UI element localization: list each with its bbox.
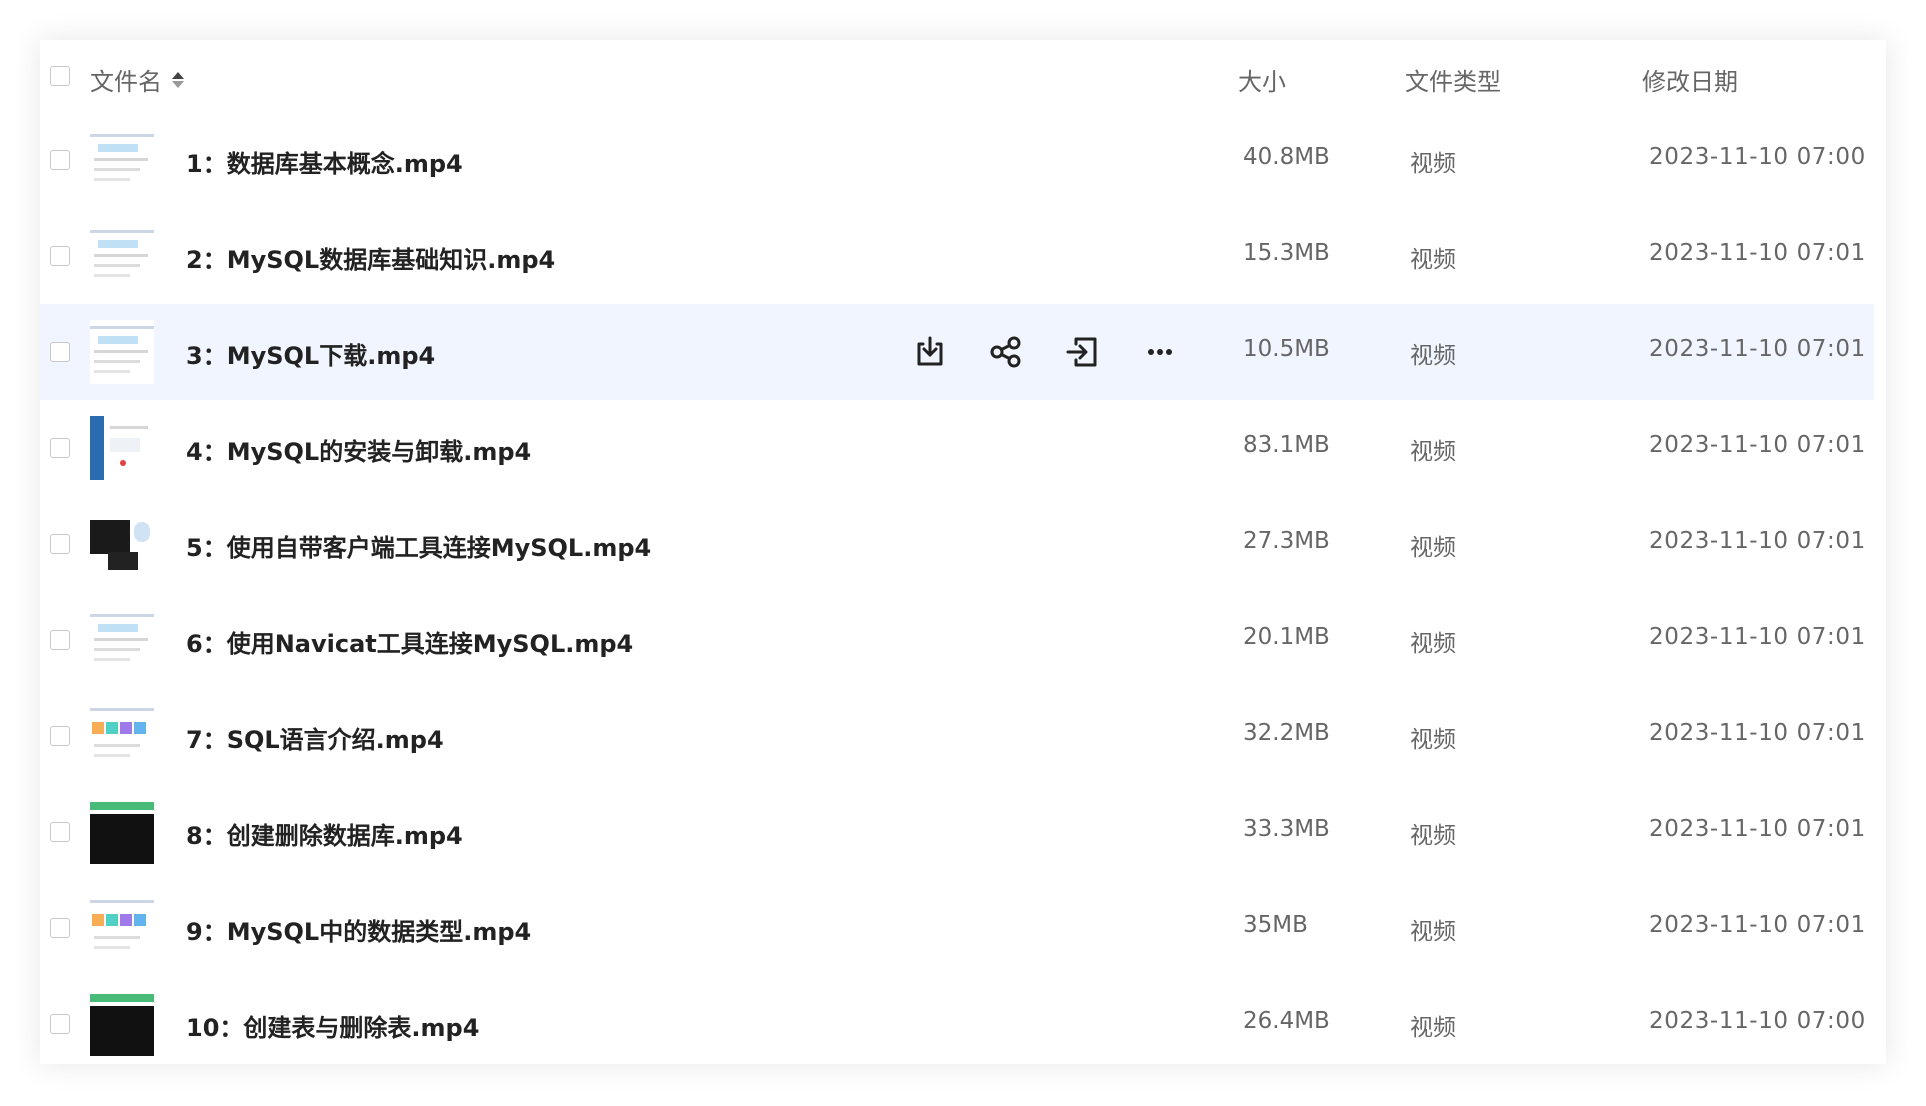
row-checkbox[interactable]	[50, 918, 70, 938]
column-header-name-label: 文件名	[90, 68, 162, 96]
file-size: 10.5MB	[1243, 336, 1330, 362]
file-row[interactable]: 2：MySQL数据库基础知识.mp4 15.3MB 视频 2023-11-10 07:…	[40, 208, 1886, 304]
video-thumbnail[interactable]	[90, 128, 154, 192]
file-size: 83.1MB	[1243, 432, 1330, 458]
row-checkbox[interactable]	[50, 246, 70, 266]
file-row[interactable]: 9：MySQL中的数据类型.mp4 35MB 视频 2023-11-10 07:01	[40, 880, 1886, 976]
row-checkbox[interactable]	[50, 534, 70, 554]
video-thumbnail[interactable]	[90, 704, 154, 768]
video-thumbnail[interactable]	[90, 416, 154, 480]
file-date: 2023-11-10 07:00	[1649, 1008, 1866, 1034]
file-date: 2023-11-10 07:01	[1649, 528, 1866, 554]
file-type: 视频	[1410, 919, 1456, 945]
row-checkbox[interactable]	[50, 1014, 70, 1034]
file-name[interactable]: 5：使用自带客户端工具连接MySQL.mp4	[186, 528, 651, 563]
file-size: 35MB	[1243, 912, 1308, 938]
row-checkbox[interactable]	[50, 822, 70, 842]
sort-icon[interactable]	[172, 71, 184, 88]
column-header-name[interactable]: 文件名	[90, 62, 184, 97]
file-name[interactable]: 7：SQL语言介绍.mp4	[186, 720, 444, 755]
file-size: 20.1MB	[1243, 624, 1330, 650]
file-type: 视频	[1410, 151, 1456, 177]
file-row[interactable]: 1：数据库基本概念.mp4 40.8MB 视频 2023-11-10 07:00	[40, 112, 1886, 208]
video-thumbnail[interactable]	[90, 608, 154, 672]
column-header-type[interactable]: 文件类型	[1405, 62, 1501, 97]
file-size: 32.2MB	[1243, 720, 1330, 746]
select-all-checkbox[interactable]	[50, 66, 70, 86]
file-rows: 1：数据库基本概念.mp4 40.8MB 视频 2023-11-10 07:00 2：M…	[40, 112, 1886, 1072]
row-checkbox[interactable]	[50, 150, 70, 170]
file-type: 视频	[1410, 439, 1456, 465]
file-name[interactable]: 4：MySQL的安装与卸载.mp4	[186, 432, 531, 467]
video-thumbnail[interactable]	[90, 992, 154, 1056]
file-type: 视频	[1410, 823, 1456, 849]
file-date: 2023-11-10 07:01	[1649, 240, 1866, 266]
file-size: 33.3MB	[1243, 816, 1330, 842]
file-list-panel: 文件名 大小 文件类型 修改日期 1：数据库基本概念.mp4 40.8MB 视频 20…	[40, 40, 1886, 1064]
share-icon[interactable]	[986, 332, 1026, 372]
more-icon[interactable]	[1140, 332, 1180, 372]
file-date: 2023-11-10 07:01	[1649, 624, 1866, 650]
file-date: 2023-11-10 07:01	[1649, 816, 1866, 842]
file-name[interactable]: 10：创建表与删除表.mp4	[186, 1008, 479, 1043]
file-size: 27.3MB	[1243, 528, 1330, 554]
file-name[interactable]: 2：MySQL数据库基础知识.mp4	[186, 240, 555, 275]
move-icon[interactable]	[1062, 332, 1102, 372]
file-date: 2023-11-10 07:00	[1649, 144, 1866, 170]
file-type: 视频	[1410, 727, 1456, 753]
row-checkbox[interactable]	[50, 438, 70, 458]
file-type: 视频	[1410, 247, 1456, 273]
file-name[interactable]: 3：MySQL下载.mp4	[186, 336, 435, 371]
file-size: 15.3MB	[1243, 240, 1330, 266]
row-checkbox[interactable]	[50, 726, 70, 746]
file-date: 2023-11-10 07:01	[1649, 336, 1866, 362]
file-date: 2023-11-10 07:01	[1649, 720, 1866, 746]
video-thumbnail[interactable]	[90, 224, 154, 288]
file-name[interactable]: 8：创建删除数据库.mp4	[186, 816, 463, 851]
file-row[interactable]: 8：创建删除数据库.mp4 33.3MB 视频 2023-11-10 07:01	[40, 784, 1886, 880]
file-size: 40.8MB	[1243, 144, 1330, 170]
file-name[interactable]: 9：MySQL中的数据类型.mp4	[186, 912, 531, 947]
file-size: 26.4MB	[1243, 1008, 1330, 1034]
file-type: 视频	[1410, 1015, 1456, 1041]
file-date: 2023-11-10 07:01	[1649, 432, 1866, 458]
file-row[interactable]: 10：创建表与删除表.mp4 26.4MB 视频 2023-11-10 07:00	[40, 976, 1886, 1072]
file-date: 2023-11-10 07:01	[1649, 912, 1866, 938]
file-row[interactable]: 7：SQL语言介绍.mp4 32.2MB 视频 2023-11-10 07:01	[40, 688, 1886, 784]
video-thumbnail[interactable]	[90, 320, 154, 384]
download-icon[interactable]	[910, 332, 950, 372]
file-row[interactable]: 3：MySQL下载.mp4 10.5MB 视频 2023-11-10 07:01	[40, 304, 1874, 400]
column-header-date[interactable]: 修改日期	[1642, 62, 1738, 97]
file-row[interactable]: 6：使用Navicat工具连接MySQL.mp4 20.1MB 视频 2023-11-…	[40, 592, 1886, 688]
file-type: 视频	[1410, 631, 1456, 657]
file-type: 视频	[1410, 343, 1456, 369]
video-thumbnail[interactable]	[90, 896, 154, 960]
file-row[interactable]: 5：使用自带客户端工具连接MySQL.mp4 27.3MB 视频 2023-11-10…	[40, 496, 1886, 592]
file-row[interactable]: 4：MySQL的安装与卸载.mp4 83.1MB 视频 2023-11-10 07:0…	[40, 400, 1886, 496]
file-name[interactable]: 1：数据库基本概念.mp4	[186, 144, 463, 179]
table-header: 文件名 大小 文件类型 修改日期	[40, 40, 1886, 112]
file-type: 视频	[1410, 535, 1456, 561]
column-header-size[interactable]: 大小	[1238, 62, 1286, 97]
video-thumbnail[interactable]	[90, 800, 154, 864]
row-checkbox[interactable]	[50, 630, 70, 650]
row-checkbox[interactable]	[50, 342, 70, 362]
file-name[interactable]: 6：使用Navicat工具连接MySQL.mp4	[186, 624, 633, 659]
video-thumbnail[interactable]	[90, 512, 154, 576]
